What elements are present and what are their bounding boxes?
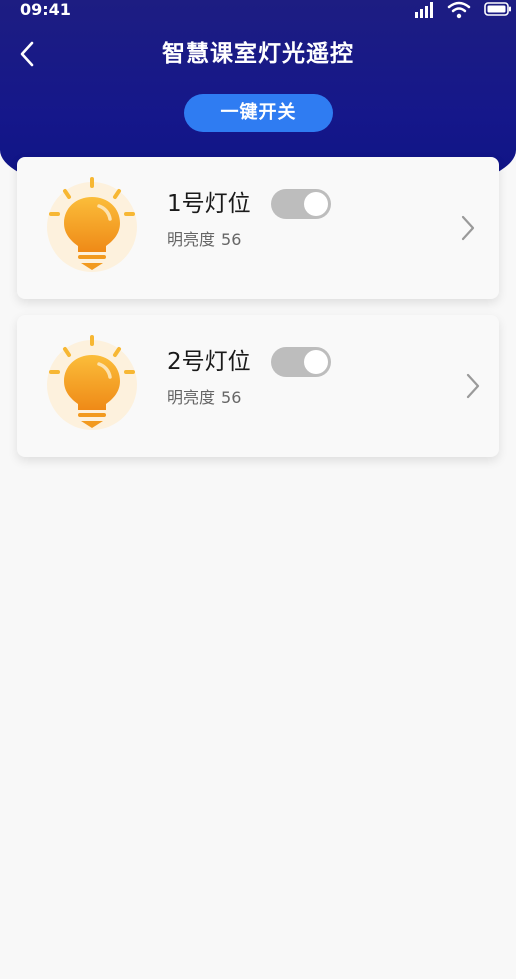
toggle-knob <box>304 350 328 374</box>
brightness-readout: 明亮度 56 <box>167 229 241 251</box>
toggle-all-button[interactable]: 一键开关 <box>184 94 333 132</box>
brightness-readout: 明亮度 56 <box>167 387 241 409</box>
brightness-value: 56 <box>221 388 242 407</box>
page-title: 智慧课室灯光遥控 <box>162 41 354 67</box>
chevron-right-icon[interactable] <box>460 215 476 241</box>
signal-icon <box>415 2 433 18</box>
wifi-icon <box>447 1 471 19</box>
light-card[interactable]: 1号灯位 明亮度 56 <box>17 157 499 299</box>
light-card[interactable]: 2号灯位 明亮度 56 <box>17 315 499 457</box>
brightness-label: 明亮度 <box>167 230 216 249</box>
lightbulb-icon <box>47 177 137 272</box>
status-time: 09:41 <box>20 0 71 19</box>
app-screen: 09:41 智慧课室灯光遥控 一键开关 1号灯位 明亮度 56 2号灯位 明亮度… <box>0 0 516 979</box>
lightbulb-icon <box>47 335 137 430</box>
brightness-label: 明亮度 <box>167 388 216 407</box>
light-name: 2号灯位 <box>167 349 251 375</box>
brightness-value: 56 <box>221 230 242 249</box>
toggle-knob <box>304 192 328 216</box>
light-toggle[interactable] <box>271 189 331 219</box>
status-bar: 09:41 <box>0 0 516 22</box>
battery-icon <box>484 2 511 16</box>
light-toggle[interactable] <box>271 347 331 377</box>
light-name: 1号灯位 <box>167 191 251 217</box>
chevron-right-icon[interactable] <box>465 373 481 399</box>
